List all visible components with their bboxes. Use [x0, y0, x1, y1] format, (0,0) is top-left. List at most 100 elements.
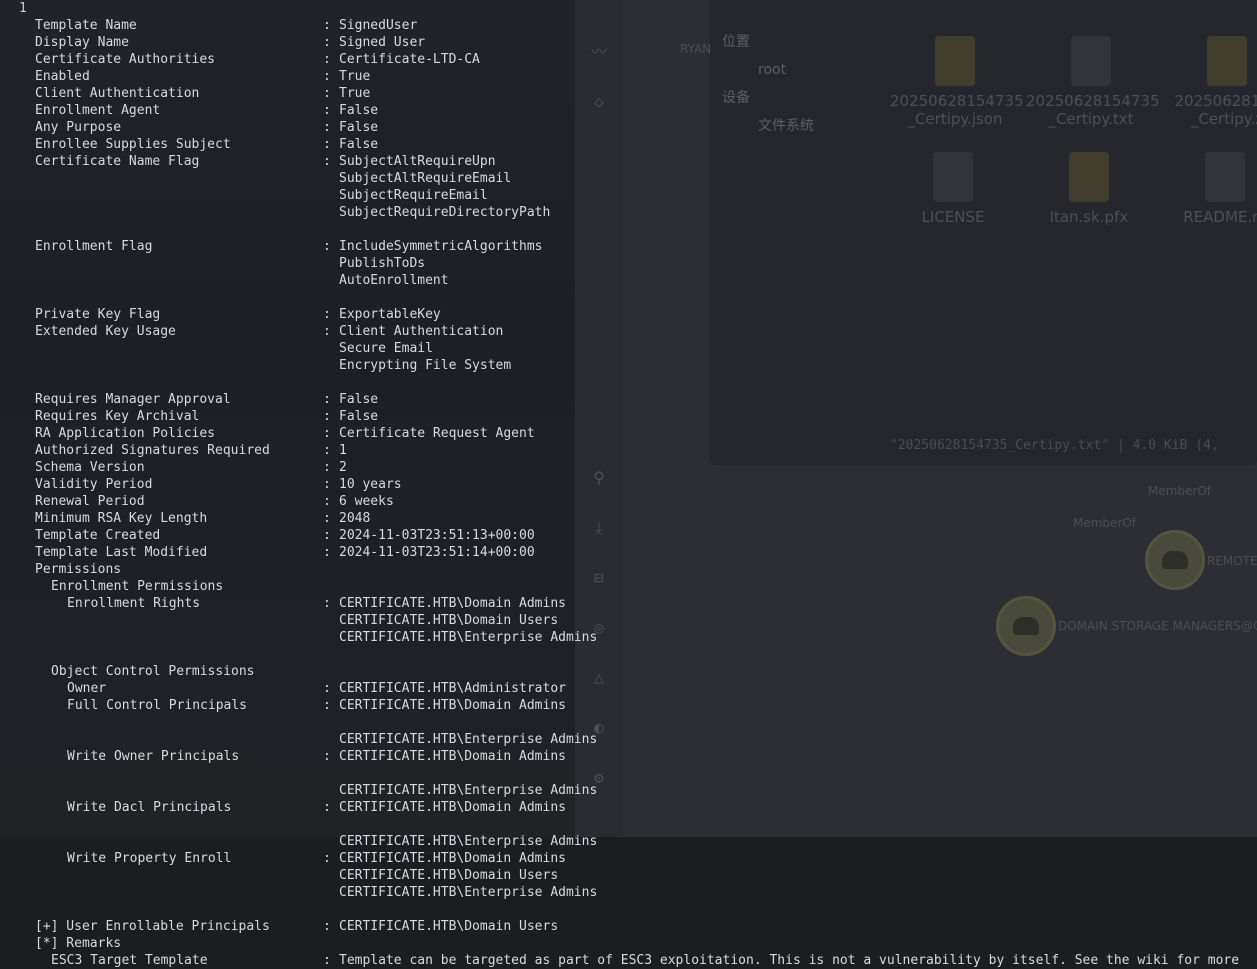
separator-colon: :: [323, 596, 331, 611]
property-key: Enrollment Agent: [35, 103, 161, 118]
terminal-output[interactable]: 1 Template Name: SignedUser Display Name: S…: [0, 0, 1257, 968]
property-value: CERTIFICATE.HTB\Administrator: [339, 681, 566, 696]
property-value: CERTIFICATE.HTB\Domain Admins: [339, 749, 566, 764]
property-value: Certificate Request Agent: [339, 426, 535, 441]
property-key: Renewal Period: [35, 494, 145, 509]
property-value: CERTIFICATE.HTB\Enterprise Admins: [339, 630, 598, 645]
separator-colon: :: [323, 324, 331, 339]
separator-colon: :: [323, 154, 331, 169]
separator-colon: :: [323, 477, 331, 492]
property-key: Extended Key Usage: [35, 324, 176, 339]
property-key: Object Control Permissions: [51, 664, 255, 679]
property-key: Enrollment Rights: [67, 596, 201, 611]
separator-colon: :: [323, 426, 331, 441]
property-key: Authorized Signatures Required: [35, 443, 270, 458]
property-value: Template can be targeted as part of ESC3…: [339, 953, 1240, 968]
separator-colon: :: [323, 511, 331, 526]
property-key: Template Created: [35, 528, 161, 543]
separator-colon: :: [323, 137, 331, 152]
property-key: Write Owner Principals: [67, 749, 240, 764]
property-value: False: [339, 120, 379, 135]
property-value: Secure Email: [339, 341, 433, 356]
property-value: CERTIFICATE.HTB\Domain Admins: [339, 851, 566, 866]
property-value: False: [339, 103, 379, 118]
property-key: Client Authentication: [35, 86, 200, 101]
property-key: Enrollment Flag: [35, 239, 153, 254]
property-key: Template Last Modified: [35, 545, 208, 560]
property-key: Display Name: [35, 35, 129, 50]
property-value: Certificate-LTD-CA: [339, 52, 480, 67]
property-value: CERTIFICATE.HTB\Enterprise Admins: [339, 732, 598, 747]
property-key: Requires Key Archival: [35, 409, 200, 424]
property-key: ESC3 Target Template: [51, 953, 208, 968]
property-key: Any Purpose: [35, 120, 122, 135]
separator-colon: :: [323, 307, 331, 322]
separator-colon: :: [323, 528, 331, 543]
separator-colon: :: [323, 35, 331, 50]
property-value: Client Authentication: [339, 324, 504, 339]
separator-colon: :: [323, 851, 331, 866]
property-key: Certificate Authorities: [35, 52, 216, 67]
property-value: CERTIFICATE.HTB\Domain Admins: [339, 698, 566, 713]
property-value: 10 years: [339, 477, 402, 492]
separator-colon: :: [323, 494, 331, 509]
property-value: True: [339, 86, 371, 101]
property-value: CERTIFICATE.HTB\Enterprise Admins: [339, 834, 598, 849]
property-value: PublishToDs: [339, 256, 426, 271]
property-key: Owner: [67, 681, 107, 696]
property-key: Permissions: [35, 562, 122, 577]
separator-colon: :: [323, 953, 331, 968]
separator-colon: :: [323, 919, 331, 934]
separator-colon: :: [323, 545, 331, 560]
separator-colon: :: [323, 698, 331, 713]
separator-colon: :: [323, 69, 331, 84]
property-key: Enrollment Permissions: [51, 579, 224, 594]
property-value: CERTIFICATE.HTB\Domain Users: [339, 868, 559, 883]
property-value: SubjectAltRequireUpn: [339, 154, 496, 169]
property-value: 2024-11-03T23:51:13+00:00: [339, 528, 535, 543]
property-key: Schema Version: [35, 460, 145, 475]
property-key: Full Control Principals: [67, 698, 248, 713]
property-value: False: [339, 392, 379, 407]
separator-colon: :: [323, 18, 331, 33]
property-value: 1: [339, 443, 347, 458]
property-value: CERTIFICATE.HTB\Domain Admins: [339, 800, 566, 815]
property-value: CERTIFICATE.HTB\Domain Users: [339, 919, 559, 934]
separator-colon: :: [323, 749, 331, 764]
property-key: Enrollee Supplies Subject: [35, 137, 231, 152]
property-value: CERTIFICATE.HTB\Enterprise Admins: [339, 783, 598, 798]
separator-colon: :: [323, 800, 331, 815]
property-value: False: [339, 409, 379, 424]
separator-colon: :: [323, 120, 331, 135]
property-key: Requires Manager Approval: [35, 392, 231, 407]
property-key: Private Key Flag: [35, 307, 161, 322]
separator-colon: :: [323, 52, 331, 67]
separator-colon: :: [323, 239, 331, 254]
property-key: Template Name: [35, 18, 137, 33]
separator-colon: :: [323, 103, 331, 118]
property-key: [*] Remarks: [35, 936, 122, 951]
separator-colon: :: [323, 681, 331, 696]
property-value: False: [339, 137, 379, 152]
property-value: CERTIFICATE.HTB\Domain Users: [339, 613, 559, 628]
property-value: SubjectRequireEmail: [339, 188, 488, 203]
line-number: 1: [19, 1, 27, 16]
separator-colon: :: [323, 86, 331, 101]
property-value: True: [339, 69, 371, 84]
property-key: [+] User Enrollable Principals: [35, 919, 270, 934]
separator-colon: :: [323, 460, 331, 475]
property-value: 2: [339, 460, 347, 475]
separator-colon: :: [323, 409, 331, 424]
property-value: Signed User: [339, 35, 426, 50]
property-value: IncludeSymmetricAlgorithms: [339, 239, 543, 254]
property-value: SignedUser: [339, 18, 418, 33]
separator-colon: :: [323, 443, 331, 458]
property-key: Minimum RSA Key Length: [35, 511, 208, 526]
property-value: CERTIFICATE.HTB\Enterprise Admins: [339, 885, 598, 900]
property-key: Certificate Name Flag: [35, 154, 200, 169]
property-key: Enabled: [35, 69, 90, 84]
property-key: Validity Period: [35, 477, 153, 492]
property-value: AutoEnrollment: [339, 273, 449, 288]
property-value: SubjectAltRequireEmail: [339, 171, 512, 186]
property-key: Write Dacl Principals: [67, 800, 232, 815]
